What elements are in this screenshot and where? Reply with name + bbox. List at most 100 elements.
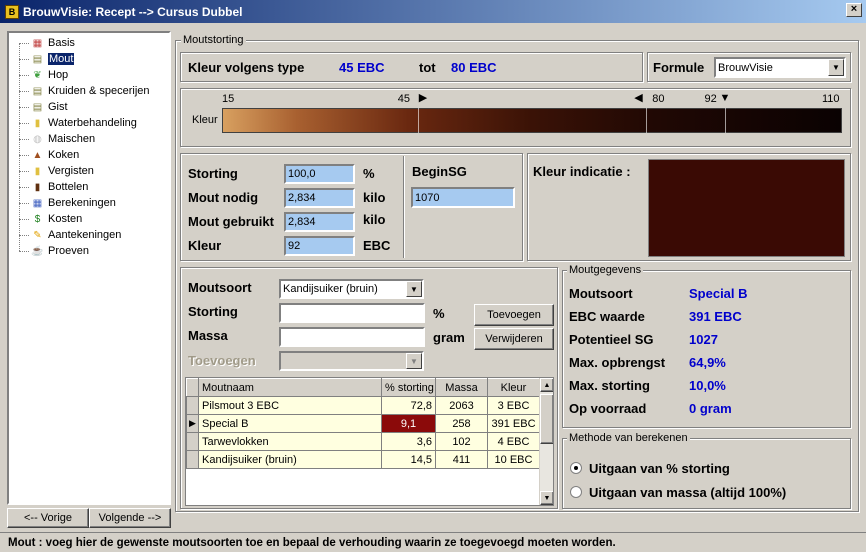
malt-table[interactable]: Moutnaam % storting Massa Kleur Pilsmout…: [185, 377, 554, 506]
divider: [403, 156, 404, 258]
tree-item[interactable]: ▲ Koken: [9, 147, 169, 163]
column-header-kleur[interactable]: Kleur: [487, 378, 540, 397]
scroll-thumb[interactable]: [540, 394, 553, 444]
moutgegevens-row: Max. opbrengst 64,9%: [569, 351, 849, 374]
tree-item[interactable]: ▦ Berekeningen: [9, 195, 169, 211]
hop-icon: ❦: [33, 69, 42, 81]
row-indicator[interactable]: [186, 432, 199, 451]
tree-item[interactable]: ▤ Gist: [9, 99, 169, 115]
tree-connector: [19, 74, 29, 76]
scroll-down-icon[interactable]: ▼: [540, 491, 553, 505]
moutgegevens-label: Potentieel SG: [569, 332, 654, 347]
colorbar-tick-label: 110: [822, 93, 840, 105]
column-header-massa[interactable]: Massa: [435, 378, 488, 397]
cell-pct[interactable]: 72,8: [381, 396, 436, 415]
kleur-field[interactable]: 92: [284, 236, 355, 256]
table-row[interactable]: Pilsmout 3 EBC 72,8 2063 3 EBC: [186, 396, 540, 415]
radio-button[interactable]: [570, 462, 582, 474]
mout-nodig-field[interactable]: 2,834: [284, 188, 355, 208]
cell-kleur[interactable]: 10 EBC: [487, 450, 540, 469]
methode-option-label: Uitgaan van % storting: [589, 460, 730, 476]
tree-item-label: Kosten: [48, 213, 83, 225]
cell-massa[interactable]: 411: [435, 450, 488, 469]
tree-vertical-line: [19, 43, 20, 251]
app-icon: B: [5, 4, 19, 19]
tree-connector: [19, 234, 29, 236]
cell-massa[interactable]: 258: [435, 414, 488, 433]
kettle-icon: ▲: [32, 149, 43, 161]
massa-input[interactable]: [279, 327, 425, 347]
cell-massa[interactable]: 102: [435, 432, 488, 451]
moutsoort-select[interactable]: Kandijsuiker (bruin) ▼: [279, 279, 424, 299]
tree-item[interactable]: ✎ Aantekeningen: [9, 227, 169, 243]
column-header-pct[interactable]: % storting: [381, 378, 436, 397]
moutgegevens-value: 10,0%: [689, 378, 726, 393]
remove-button[interactable]: Verwijderen: [474, 328, 554, 350]
tree-item[interactable]: ▮ Waterbehandeling: [9, 115, 169, 131]
tree-item[interactable]: ▤ Kruiden & specerijen: [9, 83, 169, 99]
cell-name[interactable]: Kandijsuiker (bruin): [198, 450, 382, 469]
massa-unit: gram: [433, 330, 465, 345]
close-button[interactable]: ×: [846, 3, 862, 17]
calculator-icon: ▦: [32, 197, 43, 209]
cell-kleur[interactable]: 3 EBC: [487, 396, 540, 415]
formula-select[interactable]: BrouwVisie ▼: [714, 57, 846, 78]
tree-item[interactable]: ◍ Maischen: [9, 131, 169, 147]
cell-kleur[interactable]: 391 EBC: [487, 414, 540, 433]
color-indication-swatch: [648, 159, 845, 257]
cell-name[interactable]: Pilsmout 3 EBC: [198, 396, 382, 415]
chevron-down-icon[interactable]: ▼: [406, 281, 422, 297]
storting-field[interactable]: 100,0: [284, 164, 355, 184]
moutgegevens-title: Moutgegevens: [567, 264, 644, 276]
row-indicator[interactable]: [186, 396, 199, 415]
table-header-indicator: [186, 378, 199, 397]
cell-kleur[interactable]: 4 EBC: [487, 432, 540, 451]
tree-item[interactable]: ▤ Mout: [9, 51, 169, 67]
tree-connector: [19, 186, 29, 188]
yeast-icon: ▤: [32, 101, 43, 113]
tree-item[interactable]: ☕ Proeven: [9, 243, 169, 259]
cell-pct[interactable]: 9,1: [381, 414, 436, 433]
add-button[interactable]: Toevoegen: [474, 304, 554, 326]
table-row[interactable]: Kandijsuiker (bruin) 14,5 411 10 EBC: [186, 450, 540, 469]
moutgegevens-row: Max. storting 10,0%: [569, 374, 849, 397]
previous-button[interactable]: <-- Vorige: [7, 508, 89, 528]
colorbar-marker-line: [724, 108, 726, 133]
row-indicator[interactable]: [186, 450, 199, 469]
tree-item[interactable]: ▦ Basis: [9, 35, 169, 51]
column-header-name[interactable]: Moutnaam: [198, 378, 382, 397]
tree-item[interactable]: ▮ Vergisten: [9, 163, 169, 179]
tree-item[interactable]: $ Kosten: [9, 211, 169, 227]
tree-connector: [19, 106, 29, 108]
mout-gebruikt-field[interactable]: 2,834: [284, 212, 355, 232]
malt-sack-icon: ▤: [32, 53, 43, 65]
table-row[interactable]: ▶ Special B 9,1 258 391 EBC: [186, 414, 540, 433]
radio-button[interactable]: [570, 486, 582, 498]
toevoegen-label: Toevoegen: [188, 353, 256, 368]
cell-pct[interactable]: 3,6: [381, 432, 436, 451]
moutgegevens-label: Max. storting: [569, 378, 650, 393]
cell-pct[interactable]: 14,5: [381, 450, 436, 469]
add-storting-input[interactable]: [279, 303, 425, 323]
methode-option[interactable]: Uitgaan van massa (altijd 100%): [570, 480, 845, 504]
methode-option[interactable]: Uitgaan van % storting: [570, 456, 845, 480]
color-max-value: 80 EBC: [451, 60, 497, 75]
table-row[interactable]: Tarwevlokken 3,6 102 4 EBC: [186, 432, 540, 451]
to-label: tot: [419, 60, 436, 75]
cell-name[interactable]: Tarwevlokken: [198, 432, 382, 451]
methode-title: Methode van berekenen: [567, 432, 690, 444]
tree-connector: [19, 42, 29, 44]
next-button[interactable]: Volgende -->: [89, 508, 171, 528]
tree-item[interactable]: ▮ Bottelen: [9, 179, 169, 195]
formula-label: Formule: [653, 60, 705, 75]
toevoegen-select: ▼: [279, 351, 424, 371]
cell-name[interactable]: Special B: [198, 414, 382, 433]
tree-item[interactable]: ❦ Hop: [9, 67, 169, 83]
table-scrollbar[interactable]: ▲ ▼: [539, 378, 553, 505]
cell-massa[interactable]: 2063: [435, 396, 488, 415]
tree-connector: [19, 218, 29, 220]
chevron-down-icon[interactable]: ▼: [828, 59, 844, 76]
scroll-up-icon[interactable]: ▲: [540, 378, 553, 392]
row-pointer-icon[interactable]: ▶: [186, 414, 199, 433]
beginsg-field[interactable]: 1070: [411, 187, 515, 208]
